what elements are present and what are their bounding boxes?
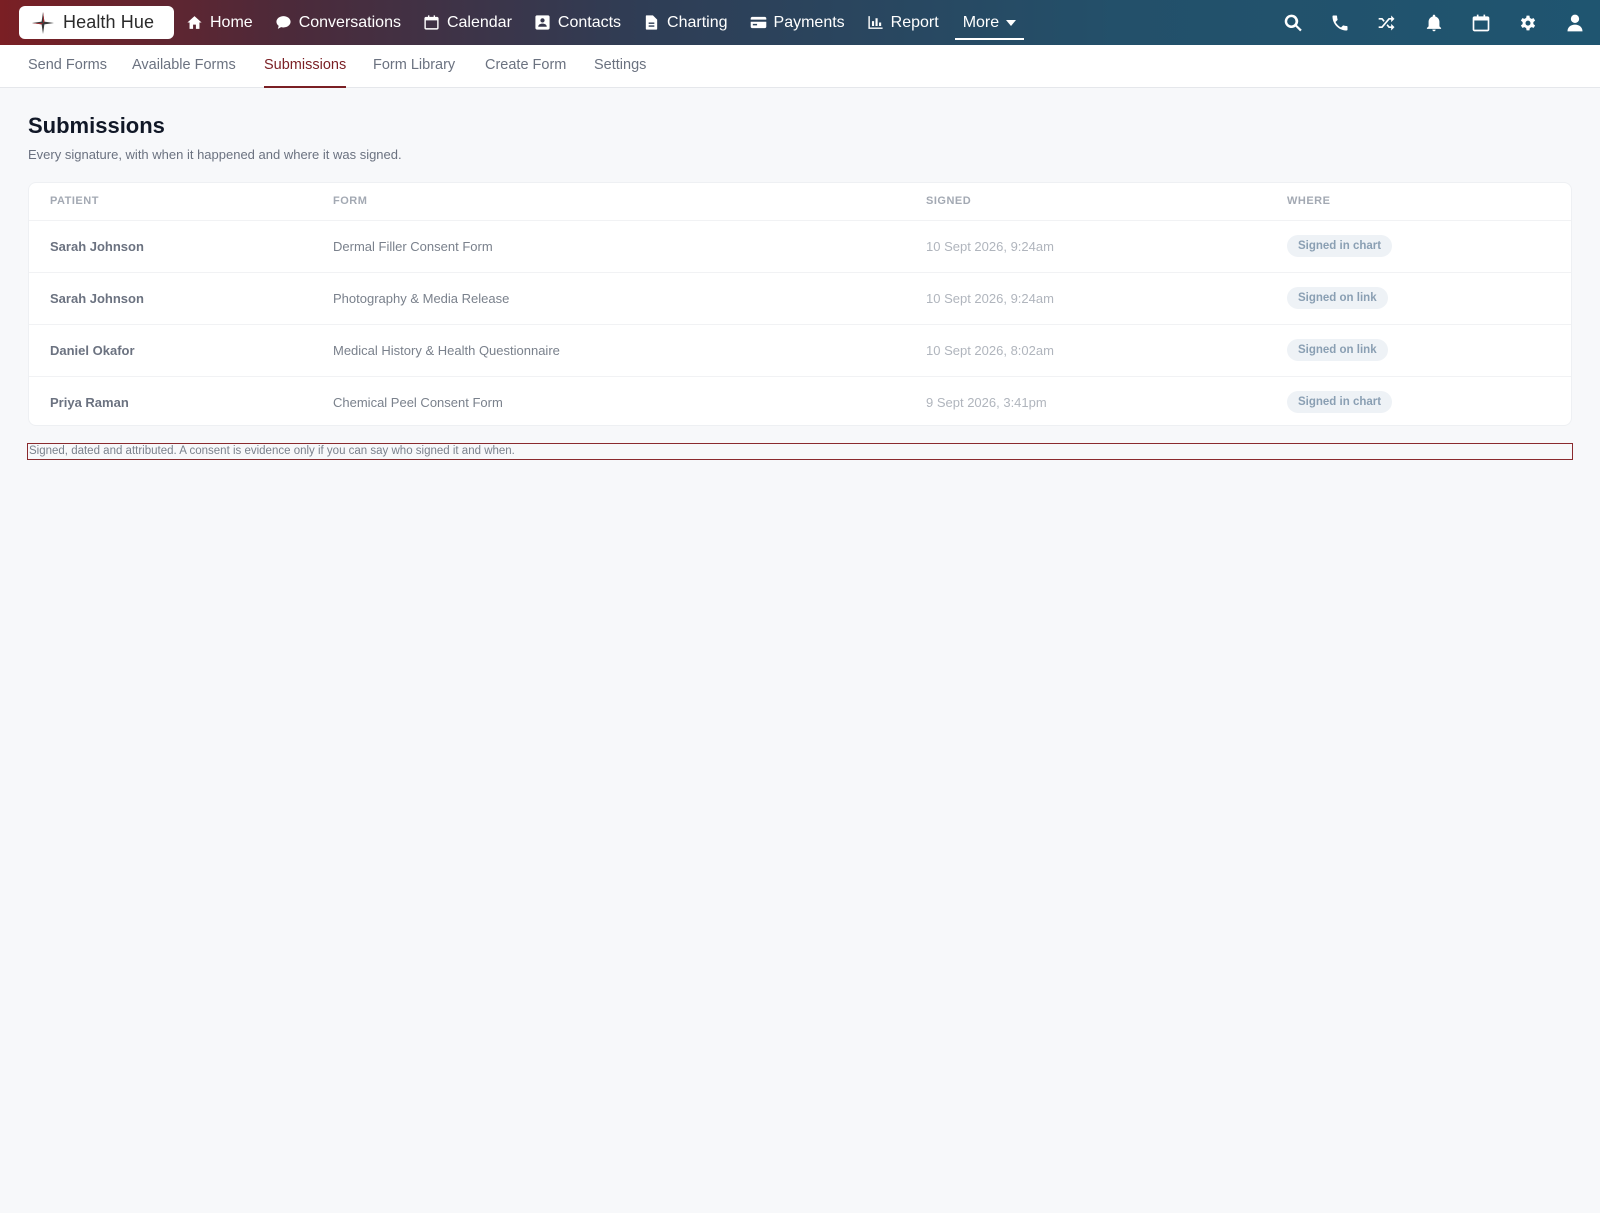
- gear-icon: [1520, 15, 1536, 30]
- page-title: Submissions: [28, 113, 165, 138]
- nav-charting-label: Charting: [667, 13, 728, 31]
- nav-report[interactable]: Report: [867, 0, 939, 45]
- phone-icon: [1332, 15, 1348, 30]
- shuffle-icon: [1378, 15, 1395, 30]
- where-badge: Signed in chart: [1287, 391, 1393, 413]
- column-header-form: FORM: [333, 195, 368, 207]
- settings-button[interactable]: [1517, 12, 1539, 34]
- where-badge: Signed on link: [1287, 287, 1388, 309]
- nav-calendar[interactable]: Calendar: [423, 0, 512, 45]
- shuffle-button[interactable]: [1376, 12, 1398, 34]
- chevron-down-icon: [1006, 19, 1017, 26]
- search-icon: [1284, 14, 1302, 31]
- bell-icon: [1426, 14, 1442, 31]
- signed-date: 10 Sept 2026, 8:02am: [926, 343, 1054, 358]
- nav-conversations-label: Conversations: [298, 13, 401, 31]
- logo-mark-icon: [32, 11, 54, 34]
- calendar-button[interactable]: [1470, 12, 1492, 34]
- tab-create-form[interactable]: Create Form: [485, 45, 566, 88]
- search-button[interactable]: [1282, 12, 1304, 34]
- patient-name: Priya Raman: [50, 395, 129, 410]
- patient-name: Daniel Okafor: [50, 343, 135, 358]
- form-name: Photography & Media Release: [333, 291, 510, 306]
- footer-note: Signed, dated and attributed. A consent …: [27, 443, 1573, 460]
- patient-name: Sarah Johnson: [50, 239, 144, 254]
- phone-button[interactable]: [1329, 12, 1351, 34]
- signed-date: 9 Sept 2026, 3:41pm: [926, 395, 1047, 410]
- tab-form-library[interactable]: Form Library: [373, 45, 455, 88]
- page-subtitle: Every signature, with when it happened a…: [28, 147, 402, 162]
- tab-submissions[interactable]: Submissions: [264, 45, 347, 88]
- document-icon: [645, 15, 658, 30]
- notifications-button[interactable]: [1423, 12, 1445, 34]
- toolbar-icons: [1257, 0, 1586, 45]
- nav-report-label: Report: [890, 13, 939, 31]
- table-row[interactable]: Daniel Okafor Medical History & Health Q…: [29, 324, 1571, 376]
- table-row[interactable]: Sarah Johnson Photography & Media Releas…: [29, 272, 1571, 324]
- tab-send-forms[interactable]: Send Forms: [28, 45, 107, 88]
- calendar-icon: [424, 15, 439, 30]
- table-row[interactable]: Sarah Johnson Dermal Filler Consent Form…: [29, 220, 1571, 272]
- nav-contacts[interactable]: Contacts: [534, 0, 621, 45]
- column-header-signed: SIGNED: [926, 195, 972, 207]
- main-nav: Home Conversations Calendar Contacts Cha…: [186, 0, 1046, 45]
- where-badge: Signed in chart: [1287, 235, 1393, 257]
- user-icon: [1567, 14, 1583, 31]
- home-icon: [187, 16, 202, 29]
- credit-card-icon: [750, 16, 766, 29]
- nav-home-label: Home: [210, 13, 253, 31]
- nav-contacts-label: Contacts: [557, 13, 622, 31]
- calendar-icon: [1472, 14, 1490, 31]
- tab-available-forms[interactable]: Available Forms: [132, 45, 236, 88]
- contact-card-icon: [535, 15, 550, 30]
- nav-payments-label: Payments: [773, 13, 845, 31]
- forms-subtabs: Send Forms Available Forms Submissions F…: [0, 45, 1600, 88]
- nav-charting[interactable]: Charting: [643, 0, 728, 45]
- brand-logo[interactable]: Health Hue: [19, 6, 174, 39]
- brand-name: Health Hue: [63, 12, 155, 32]
- nav-more-dropdown[interactable]: More: [954, 0, 1025, 45]
- chat-icon: [276, 16, 291, 29]
- tab-settings[interactable]: Settings: [594, 45, 646, 88]
- form-name: Chemical Peel Consent Form: [333, 395, 503, 410]
- signed-date: 10 Sept 2026, 9:24am: [926, 239, 1054, 254]
- table-row[interactable]: Priya Raman Chemical Peel Consent Form 9…: [29, 376, 1571, 428]
- submissions-table: PATIENT FORM SIGNED WHERE Sarah Johnson …: [28, 182, 1572, 426]
- signed-date: 10 Sept 2026, 9:24am: [926, 291, 1054, 306]
- column-header-where: WHERE: [1287, 195, 1331, 207]
- where-badge: Signed on link: [1287, 339, 1388, 361]
- patient-name: Sarah Johnson: [50, 291, 144, 306]
- form-name: Medical History & Health Questionnaire: [333, 343, 560, 358]
- top-navigation-bar: Health Hue Home Conversations Calendar C…: [0, 0, 1600, 45]
- bar-chart-icon: [868, 16, 883, 29]
- column-header-patient: PATIENT: [50, 195, 99, 207]
- nav-payments[interactable]: Payments: [750, 0, 845, 45]
- profile-button[interactable]: [1564, 12, 1586, 34]
- nav-calendar-label: Calendar: [446, 13, 512, 31]
- nav-conversations[interactable]: Conversations: [275, 0, 401, 45]
- nav-more-label: More: [962, 13, 1000, 31]
- nav-home[interactable]: Home: [186, 0, 253, 45]
- form-name: Dermal Filler Consent Form: [333, 239, 493, 254]
